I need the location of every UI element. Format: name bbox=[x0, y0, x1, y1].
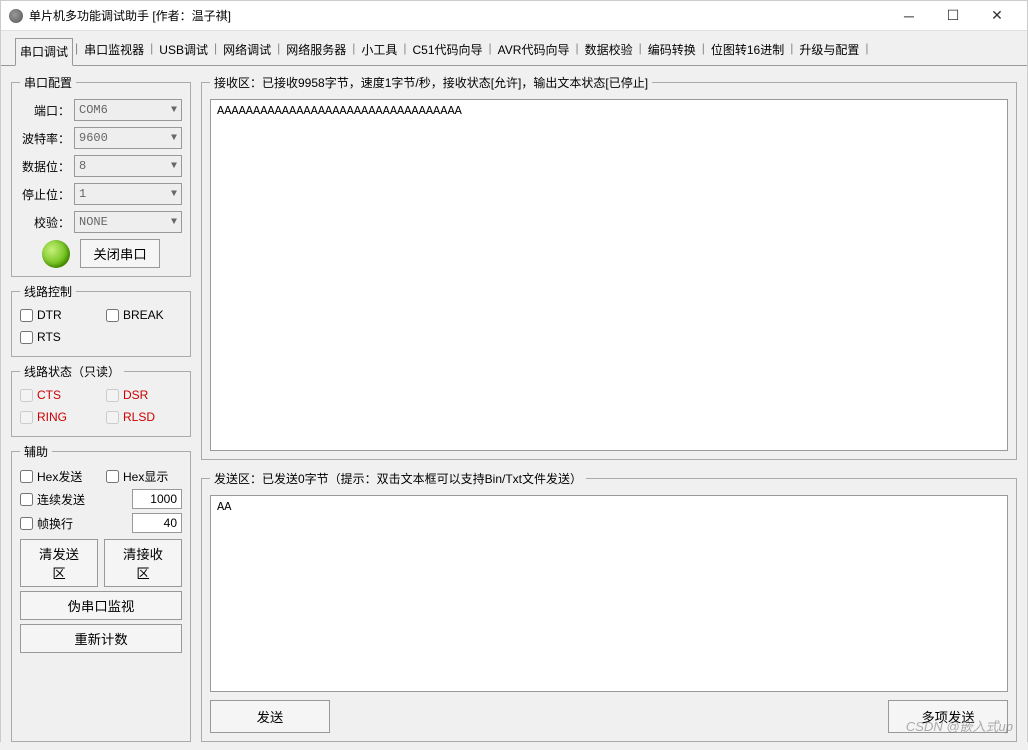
tab-checksum[interactable]: 数据校验 bbox=[581, 37, 637, 65]
tab-bitmap-hex[interactable]: 位图转16进制 bbox=[707, 37, 788, 65]
tab-c51-wizard[interactable]: C51代码向导 bbox=[409, 37, 487, 65]
tab-encoding[interactable]: 编码转换 bbox=[644, 37, 700, 65]
tab-net-debug[interactable]: 网络调试 bbox=[219, 37, 275, 65]
send-button[interactable]: 发送 bbox=[210, 700, 330, 733]
tab-net-server[interactable]: 网络服务器 bbox=[282, 37, 350, 65]
dtr-checkbox[interactable] bbox=[20, 309, 33, 322]
serial-config-group: 串口配置 端口： COM6▼ 波特率： 9600▼ 数据位： 8▼ 停止位： 1… bbox=[11, 74, 191, 277]
hex-show-checkbox[interactable] bbox=[106, 470, 119, 483]
frame-wrap-checkbox[interactable] bbox=[20, 517, 33, 530]
break-checkbox[interactable] bbox=[106, 309, 119, 322]
ring-indicator bbox=[20, 411, 33, 424]
parity-label: 校验： bbox=[20, 214, 70, 231]
close-port-button[interactable]: 关闭串口 bbox=[80, 239, 159, 268]
left-panel: 串口配置 端口： COM6▼ 波特率： 9600▼ 数据位： 8▼ 停止位： 1… bbox=[11, 74, 191, 742]
databits-select[interactable]: 8▼ bbox=[74, 155, 182, 177]
chevron-down-icon: ▼ bbox=[171, 189, 177, 200]
receive-area-group: 接收区：已接收9958字节，速度1字节/秒，接收状态[允许]，输出文本状态[已停… bbox=[201, 74, 1017, 460]
baud-select[interactable]: 9600▼ bbox=[74, 127, 182, 149]
chevron-down-icon: ▼ bbox=[171, 161, 177, 172]
app-window: 单片机多功能调试助手 [作者：温子祺] ─ ☐ ✕ 串口调试 |串口监视器 |U… bbox=[0, 0, 1028, 742]
serial-config-legend: 串口配置 bbox=[20, 74, 76, 91]
aux-group: 辅助 Hex发送 Hex显示 连续发送 帧换行 清发送区 清接收区 伪串口监 bbox=[11, 443, 191, 742]
continuous-interval-input[interactable] bbox=[132, 489, 182, 509]
cts-indicator bbox=[20, 389, 33, 402]
line-control-legend: 线路控制 bbox=[20, 283, 76, 300]
tabstrip: 串口调试 |串口监视器 |USB调试 |网络调试 |网络服务器 |小工具 |C5… bbox=[1, 31, 1027, 66]
minimize-button[interactable]: ─ bbox=[887, 1, 931, 31]
stopbits-select[interactable]: 1▼ bbox=[74, 183, 182, 205]
port-select[interactable]: COM6▼ bbox=[74, 99, 182, 121]
receive-area-legend: 接收区：已接收9958字节，速度1字节/秒，接收状态[允许]，输出文本状态[已停… bbox=[210, 74, 652, 91]
receive-textarea[interactable]: AAAAAAAAAAAAAAAAAAAAAAAAAAAAAAAAAA bbox=[210, 99, 1008, 451]
hex-send-checkbox[interactable] bbox=[20, 470, 33, 483]
stopbits-label: 停止位： bbox=[20, 186, 70, 203]
maximize-button[interactable]: ☐ bbox=[931, 1, 975, 31]
tab-serial-monitor[interactable]: 串口监视器 bbox=[80, 37, 148, 65]
parity-select[interactable]: NONE▼ bbox=[74, 211, 182, 233]
tab-avr-wizard[interactable]: AVR代码向导 bbox=[494, 37, 574, 65]
window-title: 单片机多功能调试助手 [作者：温子祺] bbox=[29, 7, 231, 24]
chevron-down-icon: ▼ bbox=[171, 105, 177, 116]
aux-legend: 辅助 bbox=[20, 443, 52, 460]
tab-upgrade-config[interactable]: 升级与配置 bbox=[795, 37, 863, 65]
continuous-send-checkbox[interactable] bbox=[20, 493, 33, 506]
send-textarea[interactable]: AA bbox=[210, 495, 1008, 692]
line-control-group: 线路控制 DTR BREAK RTS bbox=[11, 283, 191, 357]
close-button[interactable]: ✕ bbox=[975, 1, 1019, 31]
watermark: CSDN @嵌入式up bbox=[906, 716, 1013, 735]
dsr-indicator bbox=[106, 389, 119, 402]
baud-label: 波特率： bbox=[20, 130, 70, 147]
clear-recv-button[interactable]: 清接收区 bbox=[104, 539, 182, 587]
titlebar: 单片机多功能调试助手 [作者：温子祺] ─ ☐ ✕ bbox=[1, 1, 1027, 31]
right-panel: 接收区：已接收9958字节，速度1字节/秒，接收状态[允许]，输出文本状态[已停… bbox=[201, 74, 1017, 742]
port-label: 端口： bbox=[20, 102, 70, 119]
port-status-icon bbox=[42, 240, 70, 268]
tab-tools[interactable]: 小工具 bbox=[357, 37, 401, 65]
clear-send-button[interactable]: 清发送区 bbox=[20, 539, 98, 587]
frame-wrap-input[interactable] bbox=[132, 513, 182, 533]
virtual-port-monitor-button[interactable]: 伪串口监视 bbox=[20, 591, 182, 620]
line-status-legend: 线路状态（只读） bbox=[20, 363, 124, 380]
tab-serial-debug[interactable]: 串口调试 bbox=[15, 38, 73, 66]
send-area-legend: 发送区：已发送0字节（提示：双击文本框可以支持Bin/Txt文件发送） bbox=[210, 470, 586, 487]
databits-label: 数据位： bbox=[20, 158, 70, 175]
send-area-group: 发送区：已发送0字节（提示：双击文本框可以支持Bin/Txt文件发送） AA 发… bbox=[201, 470, 1017, 742]
line-status-group: 线路状态（只读） CTS DSR RING RLSD bbox=[11, 363, 191, 437]
rts-checkbox[interactable] bbox=[20, 331, 33, 344]
reset-count-button[interactable]: 重新计数 bbox=[20, 624, 182, 653]
tab-usb-debug[interactable]: USB调试 bbox=[155, 37, 212, 65]
rlsd-indicator bbox=[106, 411, 119, 424]
app-icon bbox=[9, 9, 23, 23]
chevron-down-icon: ▼ bbox=[171, 133, 177, 144]
chevron-down-icon: ▼ bbox=[171, 217, 177, 228]
